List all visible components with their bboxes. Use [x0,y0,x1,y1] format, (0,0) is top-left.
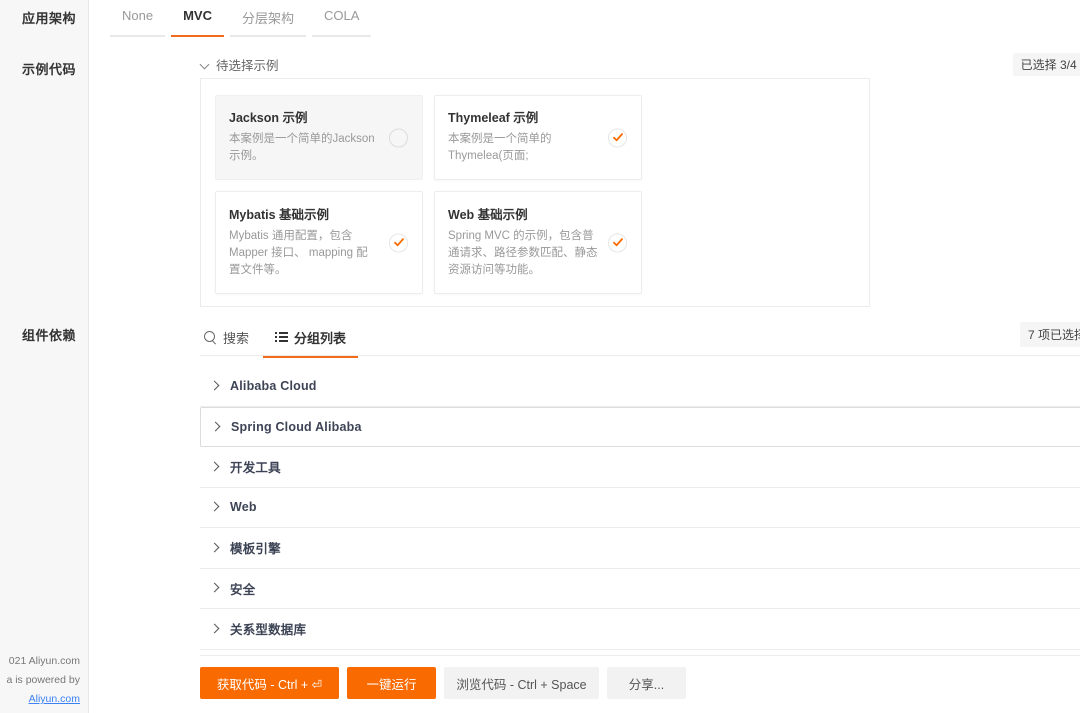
example-card-mybatis[interactable]: Mybatis 基础示例 Mybatis 通用配置，包含 Mapper 接口、 … [215,191,423,294]
tab-none[interactable]: None [110,0,166,37]
example-card-title: Mybatis 基础示例 [229,207,330,222]
share-button[interactable]: 分享... [607,667,686,699]
group-label: 开发工具 [230,461,281,476]
chevron-right-icon [211,624,221,634]
footer-aliyun-link[interactable]: Aliyun.com [0,690,80,709]
examples-section-toggle[interactable]: 待选择示例 [200,55,279,74]
group-row-dev-tools[interactable]: 开发工具 [200,447,1080,488]
example-card-description: Mybatis 通用配置，包含 Mapper 接口、 mapping 配置文件等… [229,229,368,276]
get-code-button[interactable]: 获取代码 - Ctrl + ⏎ [200,667,339,699]
tab-label: COLA [323,8,360,23]
unchecked-circle-icon[interactable] [389,128,408,147]
example-card-web[interactable]: Web 基础示例 Spring MVC 的示例，包含普通请求、路径参数匹配、静态… [434,191,642,294]
tab-label: 搜索 [223,331,250,346]
actions-divider [200,655,1080,656]
check-circle-icon[interactable] [608,128,627,147]
sidebar-item-label: 示例代码 [21,62,76,77]
group-row-security[interactable]: 安全 [200,568,1080,609]
chevron-down-icon [200,60,210,70]
footer-copyright-line: 021 Aliyun.com [8,655,80,667]
action-bar: 获取代码 - Ctrl + ⏎ 一键运行 浏览代码 - Ctrl + Space… [200,667,686,699]
footer-powered-by-line: a is powered by [6,674,80,686]
left-sidebar: 应用架构 示例代码 组件依赖 021 Aliyun.com a is power… [0,0,89,713]
one-click-run-button[interactable]: 一键运行 [347,667,436,699]
dependency-tabs-divider [200,355,1080,356]
group-row-template-engine[interactable]: 模板引擎 [200,528,1080,569]
example-card-body: Thymeleaf 示例 本案例是一个简单的Thymelea(页面; [448,110,628,165]
example-card-jackson[interactable]: Jackson 示例 本案例是一个简单的Jackson示例。 [215,95,423,180]
chevron-right-icon [211,381,221,391]
browse-code-button[interactable]: 浏览代码 - Ctrl + Space [444,667,599,699]
tab-label: 分层架构 [241,11,294,26]
tab-label: 分组列表 [294,331,347,346]
group-label: 关系型数据库 [230,623,307,638]
dependency-groups-list: Alibaba Cloud Spring Cloud Alibaba 开发工具 … [200,366,1080,650]
group-label: 模板引擎 [230,542,281,557]
example-card-thymeleaf[interactable]: Thymeleaf 示例 本案例是一个简单的Thymelea(页面; [434,95,642,180]
chevron-right-icon [211,583,221,593]
search-icon [204,331,217,344]
tab-label: MVC [183,8,212,23]
group-row-spring-cloud-alibaba[interactable]: Spring Cloud Alibaba [200,406,1080,447]
group-row-alibaba-cloud[interactable]: Alibaba Cloud [200,366,1080,407]
sidebar-item-app-architecture[interactable]: 应用架构 [22,8,76,27]
group-label: Web [230,500,257,515]
example-card-body: Jackson 示例 本案例是一个简单的Jackson示例。 [229,110,409,165]
group-label: 安全 [230,582,256,597]
examples-section-label: 待选择示例 [216,59,279,73]
sidebar-item-example-code[interactable]: 示例代码 [22,59,76,78]
example-card-title: Thymeleaf 示例 [448,111,539,125]
sidebar-footer: 021 Aliyun.com a is powered by Aliyun.co… [0,652,80,709]
sidebar-item-component-dependencies[interactable]: 组件依赖 [22,325,76,344]
example-card-description: Spring MVC 的示例，包含普通请求、路径参数匹配、静态资源访问等功能。 [448,229,598,276]
sidebar-item-label: 组件依赖 [21,328,76,343]
example-card-title: Web 基础示例 [448,207,528,222]
examples-panel: Jackson 示例 本案例是一个简单的Jackson示例。 Thymeleaf… [200,78,870,307]
tab-cola[interactable]: COLA [311,0,372,37]
example-card-description: 本案例是一个简单的Jackson示例。 [229,133,375,162]
check-circle-icon[interactable] [608,233,627,252]
tab-grouped-list[interactable]: 分组列表 [263,322,359,358]
app-root: 应用架构 示例代码 组件依赖 021 Aliyun.com a is power… [0,0,1080,713]
group-label: Alibaba Cloud [230,378,317,393]
examples-selected-badge: 已选择 3/4 项 [1012,53,1080,76]
dependency-view-tabs: 搜索 分组列表 [200,322,359,358]
tab-label: None [122,8,154,23]
group-row-relational-database[interactable]: 关系型数据库 [200,609,1080,650]
example-card-body: Web 基础示例 Spring MVC 的示例，包含普通请求、路径参数匹配、静态… [448,207,628,279]
dependencies-selected-badge: 7 项已选择 [1020,322,1080,347]
check-circle-icon[interactable] [389,233,408,252]
tab-mvc[interactable]: MVC [171,0,224,37]
chevron-right-icon [212,422,222,432]
sidebar-item-label: 应用架构 [21,11,76,26]
examples-header: 待选择示例 已选择 3/4 项 [200,53,1080,76]
tab-search[interactable]: 搜索 [200,322,253,358]
example-card-description: 本案例是一个简单的Thymelea(页面; [448,133,552,162]
chevron-right-icon [211,462,221,472]
example-card-title: Jackson 示例 [229,111,308,125]
chevron-right-icon [211,543,221,553]
list-icon [275,332,289,343]
architecture-tabs: None MVC 分层架构 COLA [110,0,372,37]
example-card-body: Mybatis 基础示例 Mybatis 通用配置，包含 Mapper 接口、 … [229,207,409,279]
examples-grid: Jackson 示例 本案例是一个简单的Jackson示例。 Thymeleaf… [215,95,860,294]
chevron-right-icon [211,502,221,512]
tab-layered-architecture[interactable]: 分层架构 [229,0,306,37]
group-label: Spring Cloud Alibaba [231,419,362,434]
group-row-web[interactable]: Web [200,487,1080,528]
main-content: None MVC 分层架构 COLA 待选择示例 已选择 3/4 项 [90,0,1080,713]
